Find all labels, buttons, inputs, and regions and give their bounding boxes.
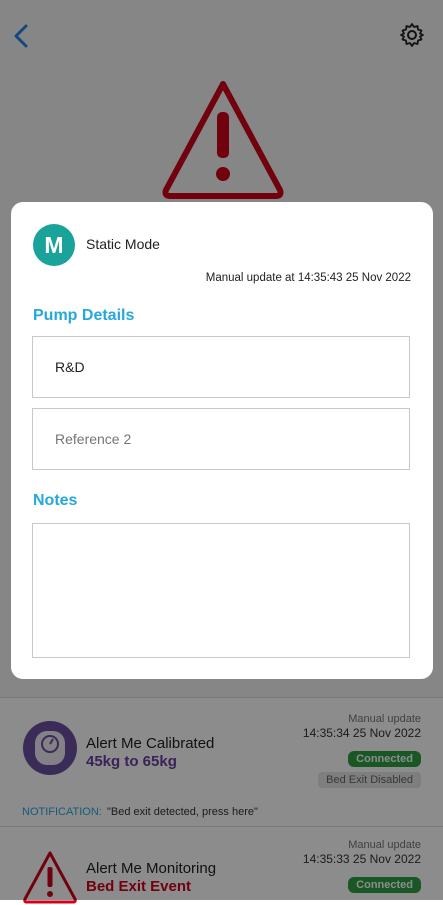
notes-textarea[interactable]: [32, 523, 410, 658]
pump-details-dialog: M Static Mode Manual update at 14:35:43 …: [11, 202, 433, 679]
notes-heading: Notes: [33, 492, 78, 509]
mode-avatar: M: [33, 224, 75, 266]
manual-update-text: Manual update at 14:35:43 25 Nov 2022: [205, 272, 411, 284]
pump-reference-1-field[interactable]: [32, 336, 410, 398]
pump-details-heading: Pump Details: [33, 307, 135, 324]
pump-reference-2-field[interactable]: [32, 408, 410, 470]
mode-label: Static Mode: [86, 236, 160, 252]
